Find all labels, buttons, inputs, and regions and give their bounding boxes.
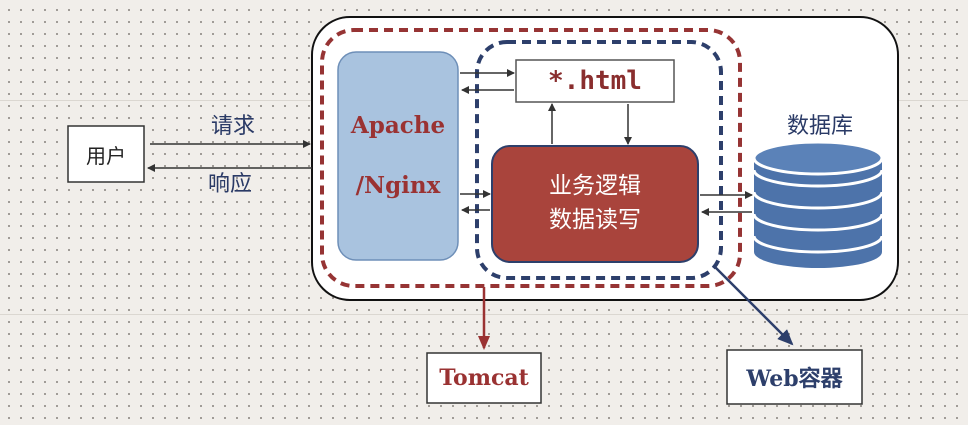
database-cylinder [752,140,884,268]
request-label: 请求 [210,114,255,139]
database-label: 数据库 [786,114,853,139]
apache-label: Apache [350,111,446,139]
nginx-label: /Nginx [355,171,441,199]
business-logic-line-1: 业务逻辑 [549,173,641,199]
tomcat-label: Tomcat [439,365,529,391]
business-logic-label: 业务逻辑 数据读写 [492,168,698,238]
apache-nginx-box [337,51,459,261]
business-logic-line-2: 数据读写 [549,207,641,233]
html-file-label: *.html [548,66,642,96]
response-label: 响应 [207,172,252,197]
web-container-label: Web容器 [746,366,843,392]
user-label: 用户 [86,143,126,168]
